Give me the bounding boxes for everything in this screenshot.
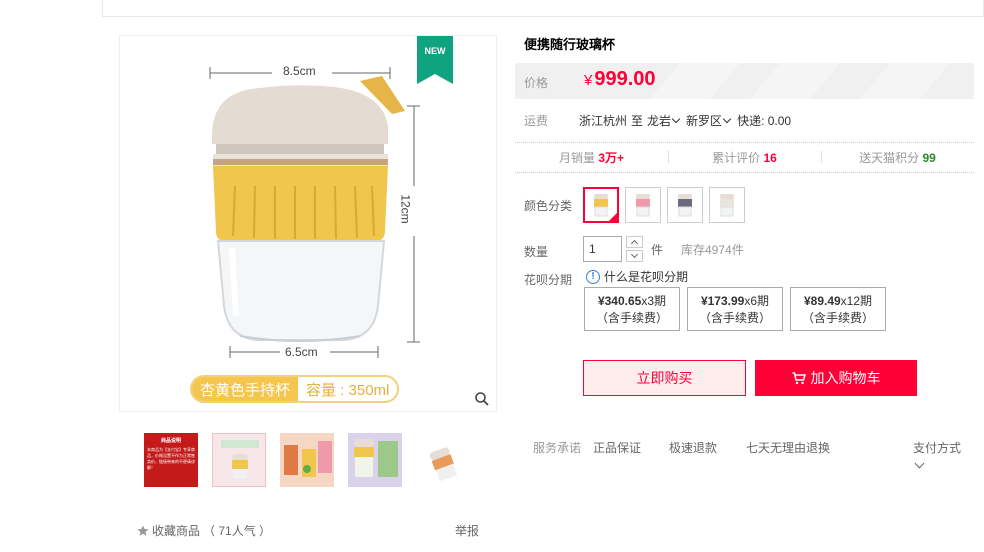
dim-side-label: 12cm (398, 194, 413, 224)
service-item-genuine[interactable]: 正品保证 (593, 439, 641, 456)
shipping-from: 浙江杭州 (579, 114, 628, 128)
price-value: ¥999.00 (584, 68, 656, 90)
district-select[interactable]: 新罗区 (686, 112, 733, 129)
huabei-label: 花呗分期 (524, 273, 573, 287)
favorite-button[interactable]: 收藏商品 （ 71人气 ） (137, 522, 271, 539)
color-swatch-pink[interactable] (625, 187, 661, 223)
dim-bottom-label: 6.5cm (285, 345, 318, 359)
service-item-fast-refund[interactable]: 极速退款 (669, 439, 717, 456)
zoom-icon[interactable] (474, 391, 490, 407)
price-label: 价格 (524, 76, 549, 90)
installment-plans: ¥340.65x3期 （含手续费） ¥173.99x6期 （含手续费） ¥89.… (584, 287, 886, 331)
city-select[interactable]: 龙岩 (647, 112, 682, 129)
top-bar (102, 0, 984, 17)
thumbnail-strip: 商品说明 本商品为【支付宝】专享商品，价格设置不作为正常售卖价，链接带来的不便请… (144, 433, 470, 487)
buy-now-button[interactable]: 立即购买 (583, 360, 746, 396)
points: 送天猫积分 99 (821, 149, 974, 166)
report-link[interactable]: 举报 (455, 522, 479, 539)
favorite-label: 收藏商品 (152, 524, 201, 538)
add-to-cart-label: 加入购物车 (810, 370, 881, 386)
selected-tick-icon (608, 212, 618, 222)
color-swatches (583, 187, 745, 223)
thumbnail[interactable] (348, 433, 402, 487)
service-item-seven-day-return[interactable]: 七天无理由退换 (746, 439, 830, 456)
thumbnail[interactable]: 商品说明 本商品为【支付宝】专享商品，价格设置不作为正常售卖价，链接带来的不便请… (144, 433, 198, 487)
review-count[interactable]: 累计评价 16 (668, 149, 821, 166)
thumbnail-title: 商品说明 (160, 438, 181, 444)
thumbnail[interactable] (280, 433, 334, 487)
favorite-count: （ 71人气 ） (203, 524, 272, 538)
star-icon (137, 525, 149, 536)
service-label: 服务承诺 (533, 441, 582, 455)
top-bar-accent (863, 0, 983, 4)
thumbnail[interactable] (416, 433, 470, 487)
installment-option[interactable]: ¥173.99x6期 （含手续费） (687, 287, 783, 331)
quantity-increase-button[interactable] (626, 236, 643, 248)
caption-capacity: 容量 : 350ml (306, 381, 390, 399)
thumbnail[interactable] (212, 433, 266, 487)
shipping-label: 运费 (524, 114, 549, 128)
monthly-sales: 月销量 3万+ (558, 151, 625, 165)
huabei-help-link[interactable]: ! 什么是花呗分期 (586, 268, 688, 285)
info-icon: ! (586, 269, 600, 284)
chevron-down-icon (722, 114, 732, 124)
stock-count: 库存4974件 (681, 243, 744, 257)
quantity-label: 数量 (524, 245, 549, 259)
color-swatch-white[interactable] (709, 187, 745, 223)
cart-icon (792, 371, 806, 384)
installment-option[interactable]: ¥340.65x3期 （含手续费） (584, 287, 680, 331)
payment-methods[interactable]: 支付方式 (913, 439, 961, 456)
chevron-down-icon (671, 114, 681, 124)
caption-color: 杏黄色手持杯 (192, 377, 299, 401)
color-label: 颜色分类 (524, 199, 573, 213)
stats-bar: 月销量 3万+ 累计评价 16 送天猫积分 99 (515, 142, 974, 173)
add-to-cart-button[interactable]: 加入购物车 (755, 360, 917, 396)
shipping-to-word: 至 (631, 114, 644, 128)
shipping-info: 浙江杭州 至 龙岩 新罗区 快递: 0.00 (579, 112, 791, 129)
main-product-image[interactable]: NEW 8.5cm 12cm 6.5cm 杏黄色手持杯 容量: 350ml (119, 35, 497, 412)
product-title: 便携随行玻璃杯 (524, 37, 616, 52)
price-panel: 价格 ¥999.00 (515, 63, 974, 99)
chevron-down-icon[interactable] (914, 458, 925, 469)
color-swatch-yellow[interactable] (583, 187, 619, 223)
shipping-express: 快递: 0.00 (737, 114, 792, 128)
thumbnail-text: 本商品为【支付宝】专享商品，价格设置不作为正常售卖价，链接带来的不便请谅解！ (147, 447, 195, 470)
huabei-question: 什么是花呗分期 (604, 270, 689, 284)
quantity-unit: 件 (651, 243, 664, 257)
quantity-input[interactable]: 1 (583, 236, 622, 262)
quantity-decrease-button[interactable] (626, 250, 643, 262)
product-caption: 杏黄色手持杯 容量 : 350ml (190, 375, 400, 403)
dim-top-label: 8.5cm (283, 64, 316, 78)
color-swatch-gray[interactable] (667, 187, 703, 223)
installment-option[interactable]: ¥89.49x12期 （含手续费） (790, 287, 886, 331)
